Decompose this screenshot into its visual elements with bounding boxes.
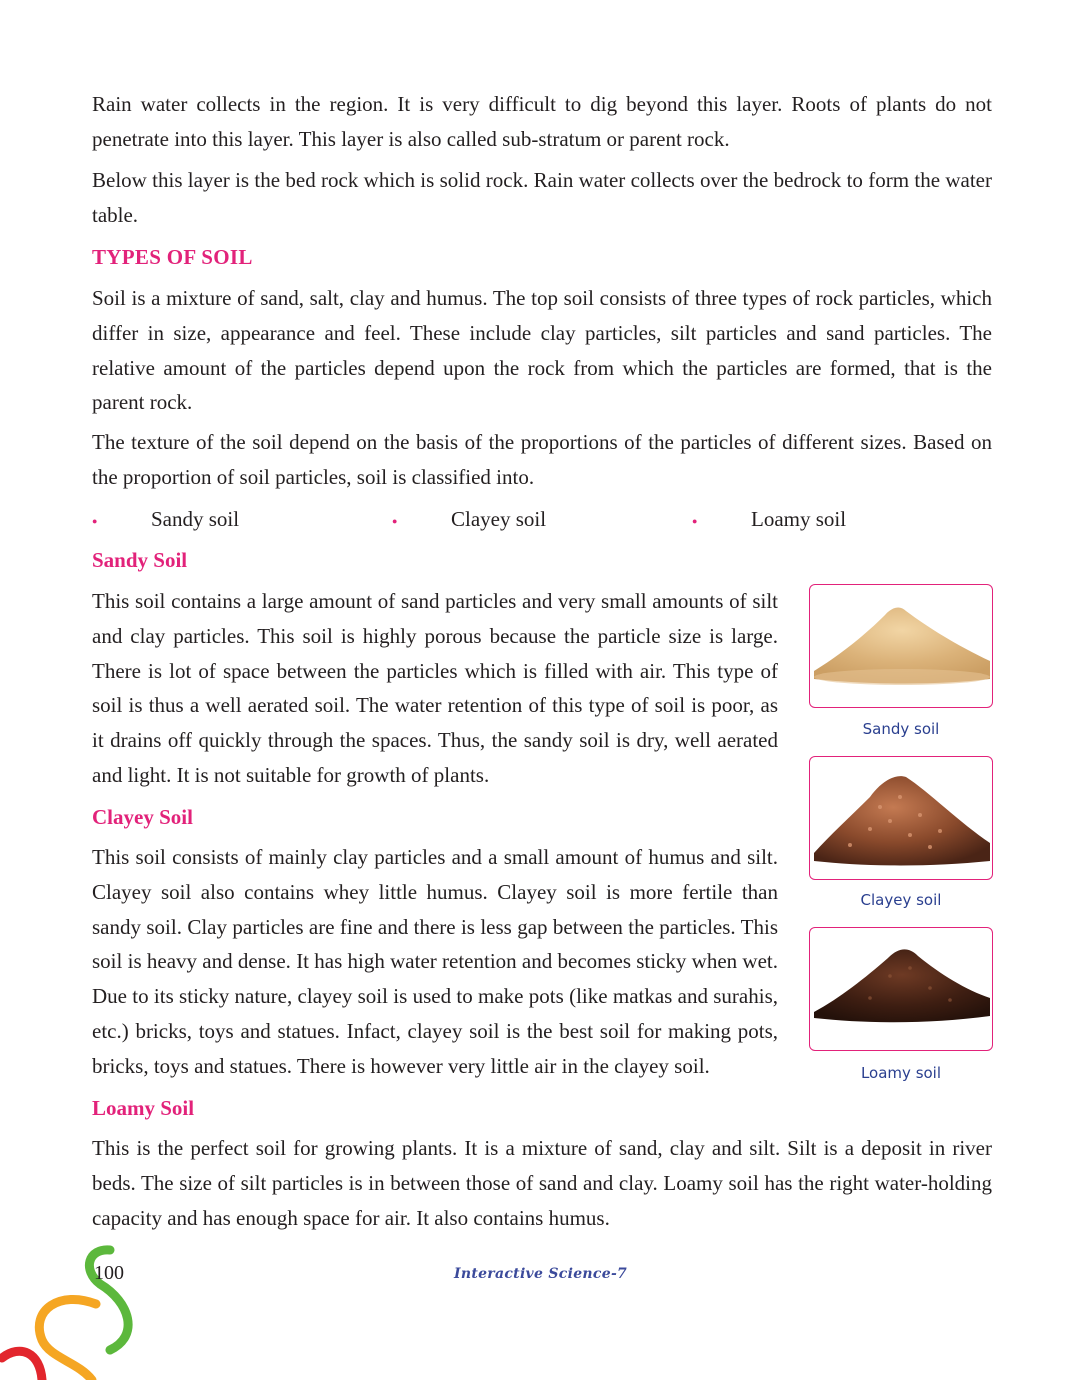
sandy-soil-heading: Sandy Soil xyxy=(92,548,188,572)
list-item-clayey: Clayey soil xyxy=(451,507,547,531)
clayey-soil-heading: Clayey Soil xyxy=(92,805,193,829)
page-number: 100 xyxy=(94,1262,124,1284)
types-paragraph-1: Soil is a mixture of sand, salt, clay an… xyxy=(92,286,992,415)
bullet-icon: ● xyxy=(92,516,98,526)
loamy-soil-paragraph: This is the perfect soil for growing pla… xyxy=(92,1136,992,1230)
decorative-swirl-icon xyxy=(0,1245,133,1380)
book-title: Interactive Science-7 xyxy=(454,1266,628,1282)
list-item-sandy: Sandy soil xyxy=(151,507,240,531)
loamy-soil-image xyxy=(809,927,993,1051)
sandy-soil-caption: Sandy soil xyxy=(862,720,940,738)
intro-paragraph-1: Rain water collects in the region. It is… xyxy=(92,92,992,151)
types-of-soil-heading: TYPES OF SOIL xyxy=(92,245,253,269)
loamy-soil-heading: Loamy Soil xyxy=(92,1096,195,1120)
sandy-soil-paragraph: This soil contains a large amount of san… xyxy=(92,589,778,787)
clayey-soil-image xyxy=(809,756,993,880)
bullet-icon: ● xyxy=(392,516,398,526)
sandy-soil-image xyxy=(809,584,993,708)
list-item-loamy: Loamy soil xyxy=(751,507,847,531)
types-paragraph-2: The texture of the soil depend on the ba… xyxy=(92,430,992,489)
bullet-icon: ● xyxy=(692,516,698,526)
clayey-soil-paragraph: This soil consists of mainly clay partic… xyxy=(92,845,778,1078)
loamy-soil-caption: Loamy soil xyxy=(860,1064,942,1082)
intro-paragraph-2: Below this layer is the bed rock which i… xyxy=(92,168,992,227)
clayey-soil-caption: Clayey soil xyxy=(860,891,942,909)
